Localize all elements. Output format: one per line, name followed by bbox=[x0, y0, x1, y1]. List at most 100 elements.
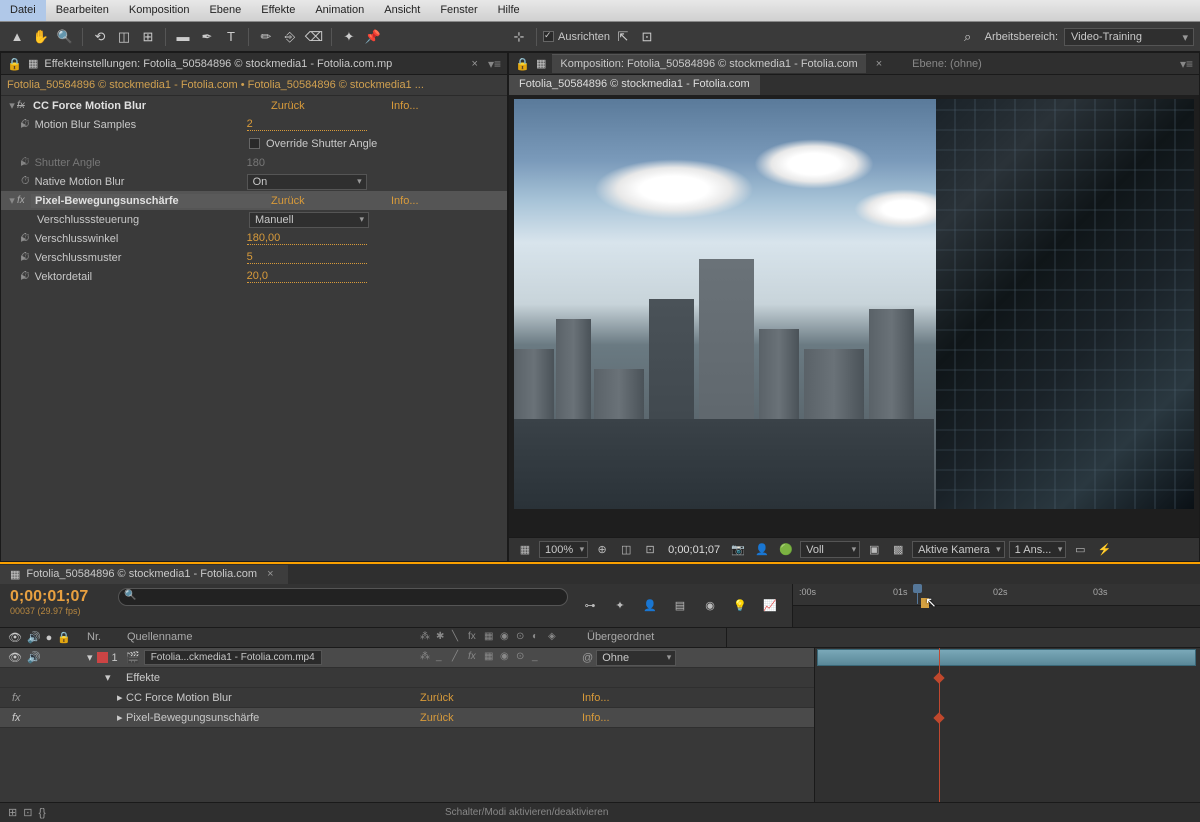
comp-tab-close[interactable]: × bbox=[872, 58, 886, 70]
puppet-tool-icon[interactable]: 📌 bbox=[362, 26, 384, 48]
speaker-icon[interactable]: 🔊 bbox=[27, 651, 41, 664]
panel-menu-icon[interactable]: ▾≡ bbox=[1180, 57, 1193, 71]
snap-icon[interactable]: ⇱ bbox=[612, 26, 634, 48]
comp-inner-tab[interactable]: Fotolia_50584896 © stockmedia1 - Fotolia… bbox=[509, 75, 760, 95]
rotation-tool-icon[interactable]: ⟲ bbox=[89, 26, 111, 48]
roi-icon[interactable]: ▣ bbox=[864, 541, 884, 559]
views-select[interactable]: 1 Ans... bbox=[1009, 541, 1067, 558]
twirl-icon[interactable]: ▸ bbox=[7, 251, 21, 264]
comp-breadcrumb[interactable]: Fotolia_50584896 © stockmedia1 - Fotolia… bbox=[1, 75, 507, 96]
fx-badge-icon[interactable]: fx bbox=[17, 100, 31, 111]
clone-tool-icon[interactable]: ⎆ bbox=[279, 26, 301, 48]
layer-panel-title[interactable]: Ebene: (ohne) bbox=[912, 58, 982, 70]
twirl-icon[interactable]: ▸ bbox=[7, 118, 21, 131]
timeline-bars-area[interactable] bbox=[814, 648, 1200, 802]
timeline-reset-link[interactable]: Zurück bbox=[420, 692, 454, 704]
comp-panel-title[interactable]: Komposition: Fotolia_50584896 © stockmed… bbox=[552, 54, 865, 73]
timecode-display[interactable]: 0;00;01;07 00037 (29.97 fps) bbox=[0, 584, 118, 627]
lock-icon[interactable]: 🔒 bbox=[515, 57, 530, 71]
stopwatch-icon[interactable]: ⏱ bbox=[21, 270, 30, 283]
roto-tool-icon[interactable]: ✦ bbox=[338, 26, 360, 48]
playhead[interactable] bbox=[917, 584, 918, 604]
channel-icon[interactable]: 👤 bbox=[752, 541, 772, 559]
draft3d-icon[interactable]: ✦ bbox=[610, 597, 630, 615]
effects-tab-close[interactable]: × bbox=[468, 58, 482, 70]
align-checkbox[interactable] bbox=[543, 31, 554, 42]
reticle-icon[interactable]: ⊕ bbox=[592, 541, 612, 559]
timeline-search-input[interactable] bbox=[118, 588, 568, 606]
toggle-switches-label[interactable]: Schalter/Modi aktivieren/deaktivieren bbox=[445, 807, 608, 818]
snapshot-icon[interactable]: 📷 bbox=[728, 541, 748, 559]
pen-tool-icon[interactable]: ✒ bbox=[196, 26, 218, 48]
transparency-grid-icon[interactable]: ▩ bbox=[888, 541, 908, 559]
hand-tool-icon[interactable]: ✋ bbox=[30, 26, 52, 48]
lock-icon[interactable]: 🔒 bbox=[7, 57, 22, 71]
color-mgmt-icon[interactable]: 🟢 bbox=[776, 541, 796, 559]
override-shutter-checkbox[interactable] bbox=[249, 138, 260, 149]
twirl-icon[interactable]: ▾ bbox=[7, 99, 17, 112]
local-axis-icon[interactable]: ⊹ bbox=[508, 26, 530, 48]
menu-ebene[interactable]: Ebene bbox=[199, 0, 251, 21]
menu-animation[interactable]: Animation bbox=[305, 0, 374, 21]
twirl-icon[interactable]: ▸ bbox=[7, 232, 21, 245]
search-help-icon[interactable]: ⌕ bbox=[957, 26, 979, 48]
twirl-icon[interactable]: ▸ bbox=[7, 156, 21, 169]
expand-icon[interactable]: ⊡ bbox=[23, 806, 32, 819]
mask-icon[interactable]: ◫ bbox=[616, 541, 636, 559]
twirl-icon[interactable]: ▸ bbox=[87, 711, 123, 724]
fx-badge-icon[interactable]: fx bbox=[17, 195, 31, 206]
comp-mini-flowchart-icon[interactable]: ⊶ bbox=[580, 597, 600, 615]
menu-effekte[interactable]: Effekte bbox=[251, 0, 305, 21]
menu-ansicht[interactable]: Ansicht bbox=[374, 0, 430, 21]
val-vektordetail[interactable]: 20,0 bbox=[247, 270, 367, 283]
twirl-icon[interactable]: ▾ bbox=[87, 671, 111, 684]
pan-behind-tool-icon[interactable]: ⊞ bbox=[137, 26, 159, 48]
effect-reset[interactable]: Zurück bbox=[271, 100, 391, 112]
guides-icon[interactable]: ⊡ bbox=[640, 541, 660, 559]
workspace-select[interactable]: Video-Training bbox=[1064, 28, 1194, 46]
speaker-column-icon[interactable]: 🔊 bbox=[27, 631, 41, 644]
zoom-tool-icon[interactable]: 🔍 bbox=[54, 26, 76, 48]
val-verschlussmuster[interactable]: 5 bbox=[247, 251, 367, 264]
brace-icon[interactable]: {} bbox=[38, 807, 45, 819]
stopwatch-icon[interactable]: ⏱ bbox=[21, 175, 30, 188]
effect-name-pixel-motion-blur[interactable]: Pixel-Bewegungsunschärfe bbox=[31, 194, 271, 208]
pixel-aspect-icon[interactable]: ▭ bbox=[1070, 541, 1090, 559]
selection-tool-icon[interactable]: ▲ bbox=[6, 26, 28, 48]
effects-group-row[interactable]: ▾ Effekte bbox=[0, 668, 814, 688]
stopwatch-icon[interactable]: ⏱ bbox=[21, 251, 30, 264]
label-color[interactable] bbox=[97, 652, 108, 663]
frame-blend-icon[interactable]: ▤ bbox=[670, 597, 690, 615]
solo-column-icon[interactable]: ● bbox=[46, 632, 53, 644]
graph-editor-icon[interactable]: 📈 bbox=[760, 597, 780, 615]
stopwatch-icon[interactable]: ⏱ bbox=[21, 118, 30, 131]
menu-komposition[interactable]: Komposition bbox=[119, 0, 200, 21]
val-verschlusswinkel[interactable]: 180,00 bbox=[247, 232, 367, 245]
shy-icon[interactable]: 👤 bbox=[640, 597, 660, 615]
camera-tool-icon[interactable]: ◫ bbox=[113, 26, 135, 48]
effect-info[interactable]: Info... bbox=[391, 100, 419, 112]
fast-preview-icon[interactable]: ⚡ bbox=[1094, 541, 1114, 559]
menu-datei[interactable]: Datei bbox=[0, 0, 46, 21]
effect-info[interactable]: Info... bbox=[391, 195, 419, 207]
effect-name-cc-force[interactable]: CC Force Motion Blur bbox=[31, 100, 271, 112]
pickwhip-icon[interactable]: @ bbox=[582, 652, 593, 664]
timeline-tab[interactable]: ▦ Fotolia_50584896 © stockmedia1 - Fotol… bbox=[0, 565, 288, 584]
twirl-icon[interactable]: ▾ bbox=[87, 651, 93, 664]
val-motion-blur-samples[interactable]: 2 bbox=[247, 118, 367, 131]
twirl-icon[interactable]: ▾ bbox=[7, 194, 17, 207]
stopwatch-icon[interactable]: ⏱ bbox=[21, 232, 30, 245]
lock-column-icon[interactable]: 🔒 bbox=[57, 631, 71, 644]
menu-fenster[interactable]: Fenster bbox=[430, 0, 487, 21]
column-source[interactable]: Quellenname bbox=[122, 628, 414, 647]
timeline-info-link[interactable]: Info... bbox=[582, 712, 610, 724]
effect-row-cc-force[interactable]: fx ▸ CC Force Motion Blur Zurück Info... bbox=[0, 688, 814, 708]
column-parent[interactable]: Übergeordnet bbox=[582, 628, 726, 647]
brainstorm-icon[interactable]: 💡 bbox=[730, 597, 750, 615]
motion-blur-icon[interactable]: ◉ bbox=[700, 597, 720, 615]
twirl-icon[interactable]: ▸ bbox=[7, 270, 21, 283]
effect-reset[interactable]: Zurück bbox=[271, 195, 391, 207]
rect-tool-icon[interactable]: ▬ bbox=[172, 26, 194, 48]
native-motion-blur-select[interactable]: On bbox=[247, 174, 367, 190]
column-nr[interactable]: Nr. bbox=[82, 628, 122, 647]
